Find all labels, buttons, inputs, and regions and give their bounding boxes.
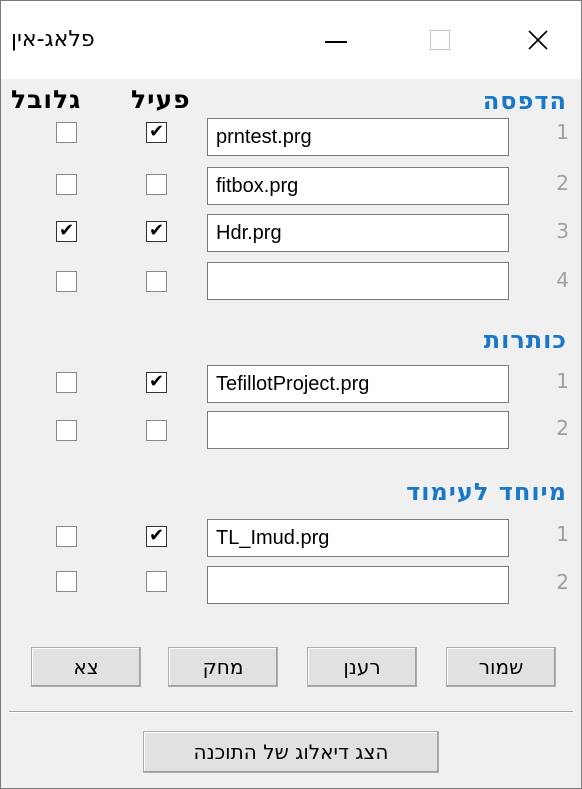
active-checkbox[interactable]: ✔ <box>146 526 167 547</box>
checkmark-icon: ✔ <box>148 121 165 142</box>
plugin-file-field[interactable] <box>207 365 509 403</box>
global-checkbox[interactable] <box>56 420 77 441</box>
show-program-dialog-button[interactable]: הצג דיאלוג של התוכנה <box>143 731 439 773</box>
checkmark-icon: ✔ <box>58 220 75 241</box>
row-number: 4 <box>556 268 569 292</box>
save-button[interactable]: שמור <box>446 647 556 687</box>
active-checkbox[interactable]: ✔ <box>146 372 167 393</box>
row-number: 2 <box>556 570 569 594</box>
global-column-header: גלובל <box>11 85 82 114</box>
plugin-window: פלאג-אין גלובל פעיל הדפסה ✔ 1 2 ✔ ✔ 3 <box>0 0 582 789</box>
row-number: 2 <box>556 171 569 195</box>
global-checkbox[interactable]: ✔ <box>56 221 77 242</box>
global-checkbox[interactable] <box>56 122 77 143</box>
section-title-printing: הדפסה <box>482 87 567 115</box>
minimize-button[interactable] <box>287 1 385 79</box>
active-checkbox[interactable] <box>146 420 167 441</box>
global-checkbox[interactable] <box>56 271 77 292</box>
close-button[interactable] <box>489 1 582 79</box>
refresh-button[interactable]: רענן <box>307 647 417 687</box>
section-title-headings: כותרות <box>483 326 567 354</box>
checkmark-icon: ✔ <box>148 525 165 546</box>
active-checkbox[interactable]: ✔ <box>146 122 167 143</box>
active-checkbox[interactable] <box>146 174 167 195</box>
divider <box>9 711 573 713</box>
global-checkbox[interactable] <box>56 372 77 393</box>
global-checkbox[interactable] <box>56 526 77 547</box>
row-number: 1 <box>556 369 569 393</box>
plugin-file-field[interactable] <box>207 118 509 156</box>
row-number: 2 <box>556 416 569 440</box>
minimize-icon <box>325 41 347 43</box>
maximize-button[interactable] <box>391 1 489 79</box>
active-column-header: פעיל <box>131 85 191 114</box>
plugin-file-field[interactable] <box>207 566 509 604</box>
plugin-file-field[interactable] <box>207 411 509 449</box>
plugin-file-field[interactable] <box>207 167 509 205</box>
close-icon <box>528 30 548 50</box>
row-number: 1 <box>556 120 569 144</box>
title-bar[interactable]: פלאג-אין <box>1 1 581 79</box>
exit-button[interactable]: צא <box>31 647 141 687</box>
plugin-file-field[interactable] <box>207 519 509 557</box>
window-title: פלאג-אין <box>11 27 95 52</box>
active-checkbox[interactable] <box>146 271 167 292</box>
section-title-pagination: מיוחד לעימוד <box>406 478 567 506</box>
global-checkbox[interactable] <box>56 174 77 195</box>
plugin-file-field[interactable] <box>207 214 509 252</box>
maximize-icon <box>430 30 450 50</box>
delete-button[interactable]: מחק <box>168 647 278 687</box>
row-number: 1 <box>556 522 569 546</box>
row-number: 3 <box>556 219 569 243</box>
active-checkbox[interactable]: ✔ <box>146 221 167 242</box>
global-checkbox[interactable] <box>56 571 77 592</box>
plugin-file-field[interactable] <box>207 262 509 300</box>
active-checkbox[interactable] <box>146 571 167 592</box>
checkmark-icon: ✔ <box>148 371 165 392</box>
checkmark-icon: ✔ <box>148 220 165 241</box>
